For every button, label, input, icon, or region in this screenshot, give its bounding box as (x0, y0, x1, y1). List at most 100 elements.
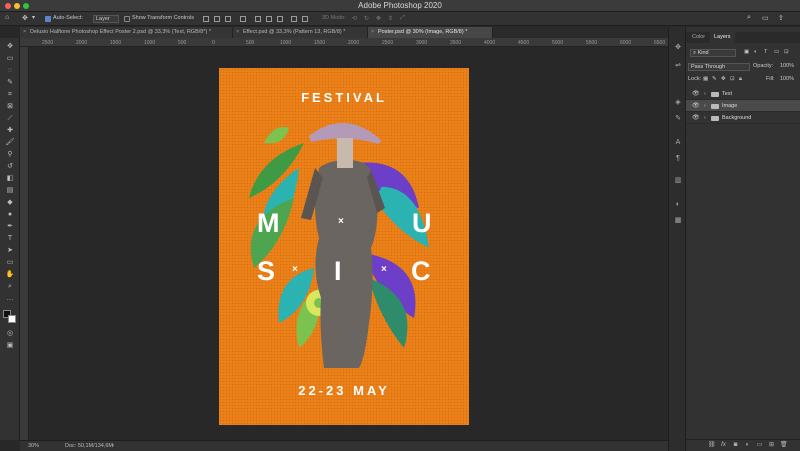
adjustment-layer-icon[interactable]: ◐ (744, 442, 751, 449)
3d-roll-icon[interactable]: ↻ (364, 15, 369, 22)
filter-adjustment-icon[interactable]: ◐ (754, 49, 757, 55)
gradient-tool-icon[interactable]: ▤ (5, 187, 15, 195)
3d-pan-icon[interactable]: ✥ (376, 15, 381, 22)
brush-tool-icon[interactable]: 🖌 (5, 139, 15, 147)
filter-type-icon[interactable]: T (764, 49, 767, 55)
layer-style-icon[interactable]: fx (720, 442, 727, 449)
lock-image-icon[interactable]: ✎ (712, 76, 717, 82)
close-tab-icon[interactable]: × (236, 27, 239, 38)
trash-icon[interactable]: 🗑︎ (780, 442, 788, 449)
pen-tool-icon[interactable]: ✒ (5, 223, 15, 231)
blur-tool-icon[interactable]: ◆ (5, 199, 15, 207)
link-layers-icon[interactable]: ⛓ (708, 442, 716, 449)
blend-mode-dropdown[interactable]: Pass Through (688, 63, 750, 71)
align-left-icon[interactable] (240, 16, 246, 22)
background-color-swatch[interactable] (8, 315, 16, 323)
vertical-ruler[interactable] (20, 47, 29, 440)
eraser-tool-icon[interactable]: ◧ (5, 175, 15, 183)
show-transform-checkbox[interactable] (124, 16, 130, 22)
tab-effect[interactable]: × Effect.psd @ 33,3% (Pattern 13, RGB/8)… (233, 27, 368, 38)
auto-select-dropdown[interactable]: Layer (93, 15, 119, 23)
paragraph-panel-icon[interactable]: ¶ (674, 155, 682, 163)
artboard-tool-icon[interactable]: ▭ (5, 55, 15, 63)
path-selection-tool-icon[interactable]: ➤ (5, 247, 15, 255)
type-tool-icon[interactable]: T (5, 235, 15, 243)
lock-position-icon[interactable]: ✥ (721, 76, 726, 82)
close-tab-icon[interactable]: × (371, 27, 374, 38)
filter-kind-dropdown[interactable]: ⌕ Kind (690, 49, 736, 57)
filter-shape-icon[interactable]: ▭ (774, 49, 779, 55)
filter-smart-object-icon[interactable]: ⊡ (784, 49, 789, 55)
eyedropper-tool-icon[interactable]: ⟋ (5, 115, 15, 123)
new-layer-icon[interactable]: ⊞ (768, 442, 775, 449)
auto-select-checkbox[interactable] (45, 16, 51, 22)
chevron-right-icon[interactable]: › (704, 100, 706, 112)
character-panel-icon[interactable]: A (674, 139, 682, 147)
close-tab-icon[interactable]: × (23, 27, 26, 38)
properties-panel-icon[interactable]: ⇌ (674, 62, 682, 70)
styles-panel-icon[interactable]: ▦ (674, 217, 682, 225)
poster-canvas[interactable]: FESTIVAL M × U S × I × C 22-23 MAY (219, 68, 469, 425)
eye-icon[interactable]: 👁︎ (692, 100, 700, 112)
3d-slide-icon[interactable]: ⇕ (388, 15, 393, 22)
layer-row-image[interactable]: 👁︎ › Image (686, 100, 800, 112)
layer-row-background[interactable]: 👁︎ › Background (686, 112, 800, 124)
fill-value[interactable]: 100% (780, 76, 794, 82)
screen-mode-icon[interactable]: ▣ (5, 342, 15, 350)
hand-tool-icon[interactable]: ✋ (5, 271, 15, 279)
doc-info[interactable]: Doc: 50,1M/134,6M (65, 443, 113, 449)
lock-transparent-icon[interactable]: ▦ (703, 76, 708, 82)
quick-select-tool-icon[interactable]: ✎ (5, 79, 15, 87)
dodge-tool-icon[interactable]: ● (5, 211, 15, 219)
adjustments-panel-icon[interactable]: ◐ (674, 201, 682, 209)
quick-mask-icon[interactable]: ◎ (5, 330, 15, 338)
more-tools-icon[interactable]: … (5, 295, 15, 303)
share-icon[interactable]: ⇪ (778, 14, 784, 22)
layer-row-text[interactable]: 👁︎ › Text (686, 88, 800, 100)
lock-artboard-icon[interactable]: ⊡ (730, 76, 735, 82)
tab-poster[interactable]: × Poster.psd @ 30% (Image, RGB/8) * (368, 27, 493, 38)
tab-delusio-poster[interactable]: × Delusio Halftone Photoshop Effect Post… (20, 27, 233, 38)
frame-tool-icon[interactable]: ⊠ (5, 103, 15, 111)
workspace-icon[interactable]: ▭ (762, 14, 769, 22)
distribute-top-icon[interactable] (255, 16, 261, 22)
crop-tool-icon[interactable]: ⌗ (5, 91, 15, 99)
move-tool-icon[interactable]: ✥ (5, 43, 15, 51)
opacity-value[interactable]: 100% (780, 63, 794, 69)
channels-panel-icon[interactable]: ▥ (674, 177, 682, 185)
history-panel-icon[interactable]: ◈ (674, 99, 682, 107)
filter-pixel-icon[interactable]: ▣ (744, 49, 749, 55)
chevron-right-icon[interactable]: › (704, 88, 706, 100)
distribute-bottom-icon[interactable] (277, 16, 283, 22)
lock-all-icon[interactable]: 🔒︎ (739, 76, 742, 83)
horizontal-ruler[interactable]: 2500 2000 1500 1000 500 0 500 1000 1500 2000 2500 3… (20, 38, 668, 47)
layer-mask-icon[interactable]: ◙ (732, 442, 739, 449)
tab-layers[interactable]: Layers (710, 32, 735, 43)
brush-panel-icon[interactable]: ✎ (674, 115, 682, 123)
eye-icon[interactable]: 👁︎ (692, 88, 700, 100)
distribute-right-icon[interactable] (302, 16, 308, 22)
align-top-icon[interactable] (203, 16, 209, 22)
healing-brush-tool-icon[interactable]: ✚ (5, 127, 15, 135)
move-tool-icon[interactable]: ✥ (22, 14, 28, 22)
distribute-middle-icon[interactable] (266, 16, 272, 22)
navigator-panel-icon[interactable]: ✥ (674, 44, 682, 52)
3d-orbit-icon[interactable]: ⟲ (352, 15, 357, 22)
chevron-right-icon[interactable]: › (112, 443, 114, 449)
zoom-level[interactable]: 30% (28, 443, 39, 449)
align-middle-icon[interactable] (214, 16, 220, 22)
tab-color[interactable]: Color (688, 32, 709, 43)
clone-stamp-tool-icon[interactable]: ⚲ (5, 151, 15, 159)
rectangle-tool-icon[interactable]: ▭ (5, 259, 15, 267)
distribute-left-icon[interactable] (291, 16, 297, 22)
chevron-right-icon[interactable]: › (704, 112, 706, 124)
eye-icon[interactable]: 👁︎ (692, 112, 700, 124)
lasso-tool-icon[interactable]: ◌ (5, 67, 15, 75)
zoom-tool-icon[interactable]: ⌕ (5, 283, 15, 291)
3d-scale-icon[interactable]: ⤢ (400, 15, 405, 22)
home-icon[interactable]: ⌂ (5, 14, 9, 21)
search-icon[interactable]: ⌕ (747, 14, 751, 22)
align-bottom-icon[interactable] (225, 16, 231, 22)
history-brush-tool-icon[interactable]: ↺ (5, 163, 15, 171)
chevron-down-icon[interactable]: ▾ (32, 14, 35, 21)
